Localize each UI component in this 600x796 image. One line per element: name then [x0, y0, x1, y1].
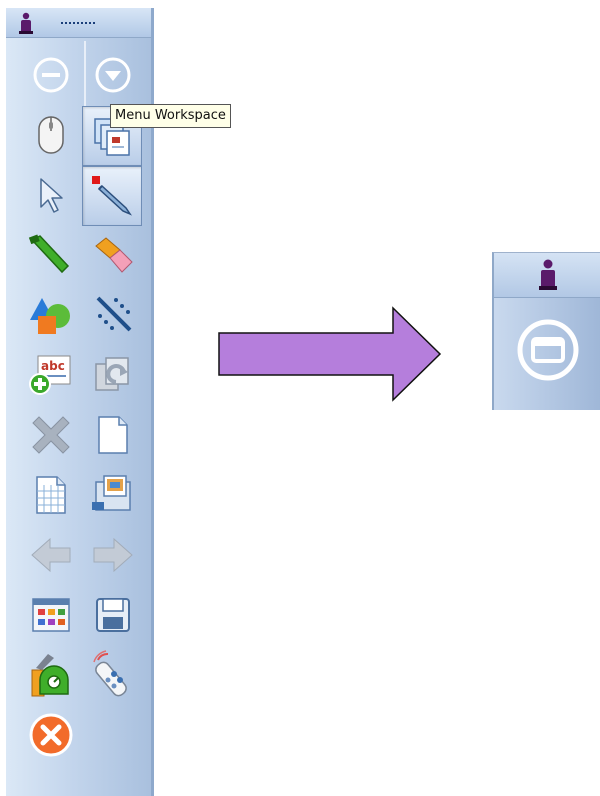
shapes-button[interactable]	[22, 286, 80, 344]
close-button[interactable]	[22, 706, 80, 764]
eraser-icon	[95, 237, 133, 273]
add-text-button[interactable]: abc	[22, 346, 80, 404]
remote-control-icon	[93, 650, 127, 697]
dotted-line-icon	[96, 296, 132, 332]
screen-capture-button[interactable]	[84, 466, 142, 524]
minimize-circle-icon	[33, 57, 69, 93]
remote-button[interactable]	[84, 646, 142, 704]
interactive-logo-icon	[19, 12, 33, 34]
tools-kit-icon	[31, 654, 69, 697]
arrow-left-icon	[31, 537, 71, 573]
minimize-button[interactable]	[22, 46, 80, 104]
eraser-button[interactable]	[84, 226, 142, 284]
floppy-disk-icon	[96, 598, 130, 632]
menu-workspace-tooltip: Menu Workspace	[110, 104, 231, 128]
highlighter-icon	[28, 234, 70, 274]
select-button[interactable]	[22, 166, 80, 224]
collapsed-toolbar	[492, 252, 600, 410]
forward-button[interactable]	[84, 526, 142, 584]
right-arrow-icon	[218, 306, 442, 402]
close-circle-icon	[29, 713, 73, 757]
mouse-icon	[38, 116, 64, 154]
grid-page-button[interactable]	[22, 466, 80, 524]
magic-line-button[interactable]	[84, 286, 142, 344]
gallery-icon	[32, 598, 70, 632]
restore-circle-icon	[517, 319, 579, 381]
interactive-logo-icon	[539, 259, 557, 290]
delete-x-icon	[32, 416, 70, 454]
undo-page-icon	[95, 357, 129, 391]
menu-dropdown-button[interactable]	[84, 46, 142, 104]
grid-page-icon	[36, 476, 66, 514]
arrow-pointer-icon	[40, 178, 63, 213]
grip-dots-icon[interactable]	[61, 22, 95, 24]
highlighter-button[interactable]	[22, 226, 80, 284]
restore-button[interactable]	[513, 315, 583, 385]
collapsed-toolbar-title-bar[interactable]	[494, 253, 600, 298]
shapes-icon	[30, 298, 70, 334]
mouse-button[interactable]	[22, 106, 80, 164]
gallery-button[interactable]	[22, 586, 80, 644]
arrow-right-icon	[93, 537, 133, 573]
delete-button[interactable]	[22, 406, 80, 464]
save-button[interactable]	[84, 586, 142, 644]
pen-button[interactable]	[82, 166, 142, 226]
back-button[interactable]	[22, 526, 80, 584]
screen-capture-icon	[92, 475, 131, 511]
tools-button[interactable]	[22, 646, 80, 704]
toolbar-title-bar[interactable]	[6, 8, 151, 38]
add-text-abc-icon: abc	[29, 355, 71, 395]
svg-text:abc: abc	[41, 359, 65, 373]
dropdown-circle-icon	[95, 57, 131, 93]
pen-icon	[92, 176, 133, 216]
blank-page-icon	[98, 416, 128, 454]
new-page-button[interactable]	[84, 406, 142, 464]
undo-button[interactable]	[84, 346, 142, 404]
